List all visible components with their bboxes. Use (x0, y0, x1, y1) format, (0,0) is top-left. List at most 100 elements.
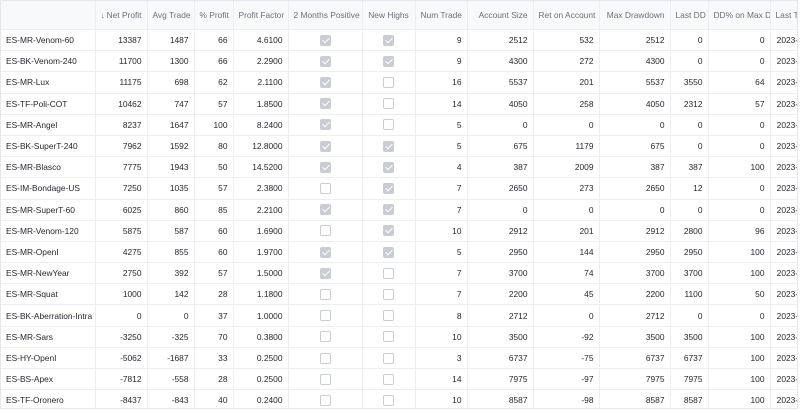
cell-account-size[interactable]: 387 (467, 156, 534, 179)
cell-pct-profit[interactable]: 70 (194, 326, 234, 348)
cell-name[interactable]: ES-MR-SuperT-60 (1, 199, 96, 221)
cell-dd-pct-on-max-dd[interactable]: 0 (708, 304, 771, 327)
cell-num-trade[interactable]: 9 (415, 29, 468, 52)
cell-max-drawdown[interactable]: 3700 (599, 262, 671, 285)
cell-name[interactable]: ES-BS-Apex (1, 368, 96, 391)
cell-ret-on-account[interactable]: 201 (533, 71, 600, 94)
cell-last-trd-day[interactable]: 2023-06-29 (770, 304, 797, 327)
cell-ret-on-account[interactable]: 45 (533, 283, 600, 306)
cell-num-trade[interactable]: 10 (415, 389, 468, 408)
cell-two-months-positive[interactable] (288, 177, 363, 200)
cell-name[interactable]: ES-MR-OpenI (1, 241, 96, 264)
cell-last-trd-day[interactable]: 2023-06-29 (770, 93, 797, 115)
cell-new-highs[interactable] (362, 326, 416, 348)
cell-two-months-positive[interactable] (288, 368, 363, 391)
cell-new-highs[interactable] (362, 50, 416, 73)
cell-net-profit[interactable]: -8437 (95, 389, 148, 408)
cell-last-trd-day[interactable]: 2023-06-30 (770, 50, 797, 73)
cell-avg-trade[interactable]: -325 (147, 326, 195, 348)
cell-account-size[interactable]: 2712 (467, 304, 534, 327)
table-row[interactable]: ES-BK-SuperT-240 7962 1592 80 12.8000 5 675 117… (1, 135, 797, 158)
cell-new-highs[interactable] (362, 199, 416, 221)
cell-two-months-positive[interactable] (288, 135, 363, 158)
cell-dd-pct-on-max-dd[interactable]: 0 (708, 177, 771, 200)
cell-dd-pct-on-max-dd[interactable]: 0 (708, 29, 771, 52)
cell-pct-profit[interactable]: 57 (194, 262, 234, 285)
cell-last-dd[interactable]: 0 (670, 29, 709, 52)
cell-new-highs[interactable] (362, 283, 416, 306)
cell-new-highs[interactable] (362, 304, 416, 327)
cell-two-months-positive[interactable] (288, 93, 363, 115)
cell-name[interactable]: ES-IM-Bondage-US (1, 177, 96, 200)
cell-profit-factor[interactable]: 2.1100 (233, 71, 289, 94)
cell-avg-trade[interactable]: -1687 (147, 347, 195, 370)
cell-name[interactable]: ES-HY-OpenI (1, 347, 96, 370)
cell-two-months-positive[interactable] (288, 29, 363, 52)
cell-two-months-positive[interactable] (288, 283, 363, 306)
cell-max-drawdown[interactable]: 3500 (599, 326, 671, 348)
cell-last-dd[interactable]: 2950 (670, 241, 709, 264)
cell-ret-on-account[interactable]: 0 (533, 199, 600, 221)
cell-pct-profit[interactable]: 33 (194, 347, 234, 370)
cell-account-size[interactable]: 3700 (467, 262, 534, 285)
cell-last-trd-day[interactable]: 2023-06-30 (770, 220, 797, 242)
cell-name[interactable]: ES-BK-SuperT-240 (1, 135, 96, 158)
cell-num-trade[interactable]: 9 (415, 50, 468, 73)
cell-num-trade[interactable]: 3 (415, 347, 468, 370)
cell-pct-profit[interactable]: 100 (194, 114, 234, 136)
table-row[interactable]: ES-MR-Angel823716471008.24005000002023-0… (1, 114, 797, 136)
cell-profit-factor[interactable]: 0.2500 (233, 347, 289, 370)
cell-ret-on-account[interactable]: 272 (533, 50, 600, 73)
cell-last-dd[interactable]: 2312 (670, 93, 709, 115)
cell-num-trade[interactable]: 10 (415, 220, 468, 242)
cell-pct-profit[interactable]: 28 (194, 283, 234, 306)
cell-profit-factor[interactable]: 1.0000 (233, 304, 289, 327)
cell-ret-on-account[interactable]: 74 (533, 262, 600, 285)
cell-ret-on-account[interactable]: 273 (533, 177, 600, 200)
cell-avg-trade[interactable]: 1035 (147, 177, 195, 200)
cell-dd-pct-on-max-dd[interactable]: 100 (708, 262, 771, 285)
cell-avg-trade[interactable]: 142 (147, 283, 195, 306)
cell-net-profit[interactable]: 13387 (95, 29, 148, 52)
cell-two-months-positive[interactable] (288, 326, 363, 348)
cell-net-profit[interactable]: 6025 (95, 199, 148, 221)
cell-num-trade[interactable]: 8 (415, 304, 468, 327)
cell-max-drawdown[interactable]: 2950 (599, 241, 671, 264)
table-row[interactable]: ES-MR-Squat 1000 142 28 1.1800 7 2200 45 2200 110… (1, 283, 797, 306)
cell-num-trade[interactable]: 14 (415, 93, 468, 115)
sort-desc-icon[interactable]: ↓ (101, 11, 105, 20)
cell-last-dd[interactable]: 387 (670, 156, 709, 179)
cell-dd-pct-on-max-dd[interactable]: 0 (708, 114, 771, 136)
cell-name[interactable]: ES-MR-Blasco (1, 156, 96, 179)
cell-dd-pct-on-max-dd[interactable]: 100 (708, 241, 771, 264)
table-row[interactable]: ES-BS-Apex -7812 -558 28 0.2500 14 7975 -97 7975… (1, 368, 797, 391)
cell-avg-trade[interactable]: 1592 (147, 135, 195, 158)
cell-max-drawdown[interactable]: 2712 (599, 304, 671, 327)
cell-account-size[interactable]: 5537 (467, 71, 534, 94)
cell-two-months-positive[interactable] (288, 389, 363, 408)
cell-account-size[interactable]: 6737 (467, 347, 534, 370)
column-header-pct-profit[interactable]: % Profit (194, 1, 234, 30)
cell-max-drawdown[interactable]: 2912 (599, 220, 671, 242)
cell-pct-profit[interactable]: 60 (194, 220, 234, 242)
cell-last-dd[interactable]: 6737 (670, 347, 709, 370)
cell-avg-trade[interactable]: 392 (147, 262, 195, 285)
cell-account-size[interactable]: 2950 (467, 241, 534, 264)
cell-name[interactable]: ES-TF-Poli-COT (1, 93, 96, 115)
cell-two-months-positive[interactable] (288, 50, 363, 73)
cell-max-drawdown[interactable]: 0 (599, 114, 671, 136)
cell-profit-factor[interactable]: 2.2900 (233, 50, 289, 73)
cell-two-months-positive[interactable] (288, 199, 363, 221)
cell-net-profit[interactable]: -3250 (95, 326, 148, 348)
table-row[interactable]: ES-MR-OpenI 4275 855 60 1.9700 5 2950 144 2950 29… (1, 241, 797, 264)
table-row[interactable]: ES-MR-SuperT-60 6025 860 85 2.2100 7 0 0 0 0 0 2023… (1, 199, 797, 221)
cell-avg-trade[interactable]: 860 (147, 199, 195, 221)
cell-max-drawdown[interactable]: 2512 (599, 29, 671, 52)
cell-profit-factor[interactable]: 8.2400 (233, 114, 289, 136)
cell-pct-profit[interactable]: 57 (194, 177, 234, 200)
cell-last-dd[interactable]: 0 (670, 304, 709, 327)
table-row[interactable]: ES-MR-NewYear 2750 392 57 1.5000 7 3700 74 3700 3… (1, 262, 797, 285)
cell-avg-trade[interactable]: 1487 (147, 29, 195, 52)
cell-num-trade[interactable]: 7 (415, 262, 468, 285)
cell-dd-pct-on-max-dd[interactable]: 100 (708, 389, 771, 408)
